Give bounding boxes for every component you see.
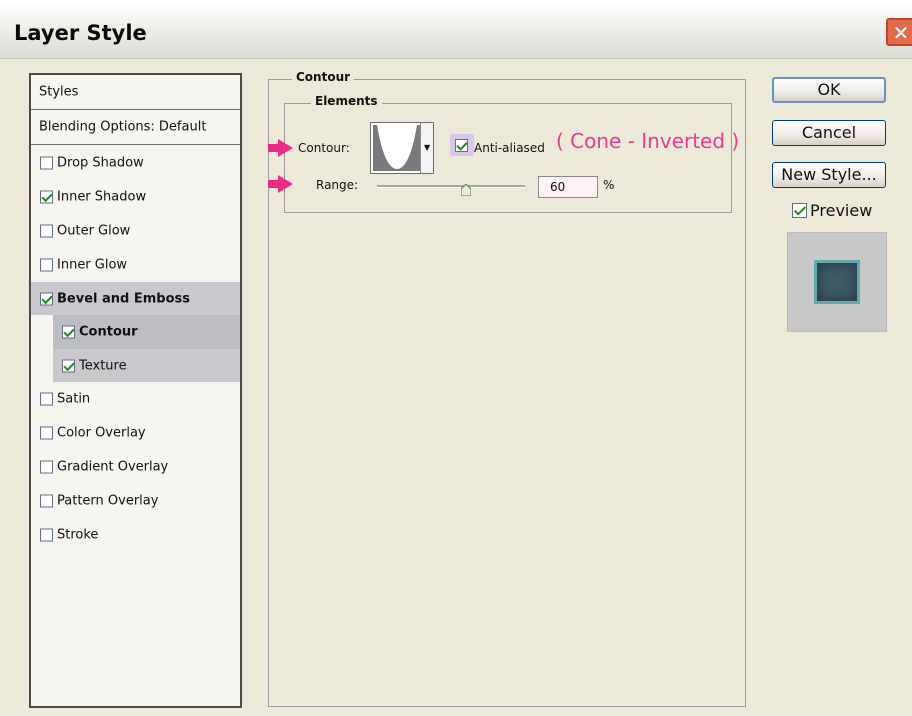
contour-group-title: Contour	[292, 70, 355, 84]
bevel-emboss-checkbox[interactable]	[40, 292, 53, 305]
range-unit: %	[603, 178, 615, 192]
anti-aliased-label: Anti-aliased	[474, 141, 545, 155]
range-input[interactable]: 60	[538, 176, 598, 198]
style-item-texture[interactable]: Texture	[53, 349, 240, 382]
color-overlay-checkbox[interactable]	[40, 426, 53, 440]
dialog-title: Layer Style	[14, 21, 147, 45]
color-overlay-label: Color Overlay	[57, 425, 146, 441]
layer-style-dialog: Layer Style ✕ Styles Blending Options: D…	[0, 0, 912, 716]
arrow-marker-contour-icon	[278, 139, 293, 157]
outer-glow-checkbox[interactable]	[40, 224, 53, 238]
anti-aliased-checkbox[interactable]	[455, 139, 468, 152]
preview-checkbox[interactable]	[792, 203, 807, 218]
contour-picker[interactable]: ▼	[370, 122, 434, 174]
contour-checkbox[interactable]	[62, 325, 75, 339]
ok-button[interactable]: OK	[772, 77, 886, 103]
elements-group-title: Elements	[311, 94, 382, 108]
arrow-marker-range-tail	[268, 180, 278, 188]
contour-dropdown-arrow[interactable]: ▼	[420, 123, 433, 173]
gradient-overlay-checkbox[interactable]	[40, 460, 53, 474]
range-label: Range:	[316, 178, 359, 192]
stroke-label: Stroke	[57, 527, 99, 543]
style-item-pattern-overlay[interactable]: Pattern Overlay	[31, 484, 240, 518]
inner-shadow-label: Inner Shadow	[57, 189, 147, 205]
style-item-inner-shadow[interactable]: Inner Shadow	[31, 180, 240, 214]
style-item-color-overlay[interactable]: Color Overlay	[31, 416, 240, 450]
inner-glow-checkbox[interactable]	[40, 258, 53, 272]
close-button[interactable]: ✕	[886, 18, 912, 46]
style-item-stroke[interactable]: Stroke	[31, 518, 240, 552]
pattern-overlay-label: Pattern Overlay	[57, 493, 159, 509]
inner-shadow-checkbox[interactable]	[40, 190, 53, 204]
texture-checkbox[interactable]	[62, 359, 75, 372]
style-item-drop-shadow[interactable]: Drop Shadow	[31, 146, 240, 180]
style-item-inner-glow[interactable]: Inner Glow	[31, 248, 240, 282]
range-slider-thumb[interactable]	[460, 181, 472, 197]
styles-list: Styles Blending Options: Default Drop Sh…	[29, 73, 242, 708]
gradient-overlay-label: Gradient Overlay	[57, 459, 169, 475]
blending-options-label: Blending Options: Default	[39, 119, 207, 135]
style-item-bevel-emboss[interactable]: Bevel and Emboss	[31, 282, 240, 315]
contour-label: Contour:	[298, 141, 350, 155]
elements-groupbox	[284, 103, 732, 213]
annotation-cone-inverted: ( Cone - Inverted )	[556, 129, 740, 153]
style-item-satin[interactable]: Satin	[31, 382, 240, 416]
contour-style-label: Contour	[79, 324, 138, 340]
blending-options-item[interactable]: Blending Options: Default	[31, 110, 240, 145]
styles-header-label: Styles	[39, 84, 79, 100]
inner-glow-label: Inner Glow	[57, 257, 128, 273]
style-item-contour[interactable]: Contour	[53, 315, 240, 349]
outer-glow-label: Outer Glow	[57, 223, 131, 239]
drop-shadow-label: Drop Shadow	[57, 155, 144, 171]
preview-thumbnail	[814, 260, 860, 304]
new-style-button[interactable]: New Style...	[772, 162, 886, 188]
styles-header[interactable]: Styles	[31, 75, 240, 110]
stroke-checkbox[interactable]	[40, 528, 53, 542]
title-bar: Layer Style ✕	[0, 0, 912, 59]
texture-label: Texture	[79, 358, 127, 373]
chevron-down-icon: ▼	[424, 143, 431, 152]
style-item-outer-glow[interactable]: Outer Glow	[31, 214, 240, 248]
arrow-marker-contour-tail	[268, 144, 278, 152]
style-item-gradient-overlay[interactable]: Gradient Overlay	[31, 450, 240, 484]
contour-curve-preview	[373, 125, 421, 171]
preview-swatch	[787, 232, 887, 332]
satin-checkbox[interactable]	[40, 392, 53, 406]
range-slider-track[interactable]	[377, 185, 525, 188]
arrow-marker-range-icon	[278, 175, 293, 193]
pattern-overlay-checkbox[interactable]	[40, 494, 53, 508]
cancel-button[interactable]: Cancel	[772, 120, 886, 146]
drop-shadow-checkbox[interactable]	[40, 156, 53, 170]
satin-label: Satin	[57, 391, 91, 407]
preview-label: Preview	[810, 201, 873, 220]
bevel-emboss-label: Bevel and Emboss	[57, 291, 190, 306]
